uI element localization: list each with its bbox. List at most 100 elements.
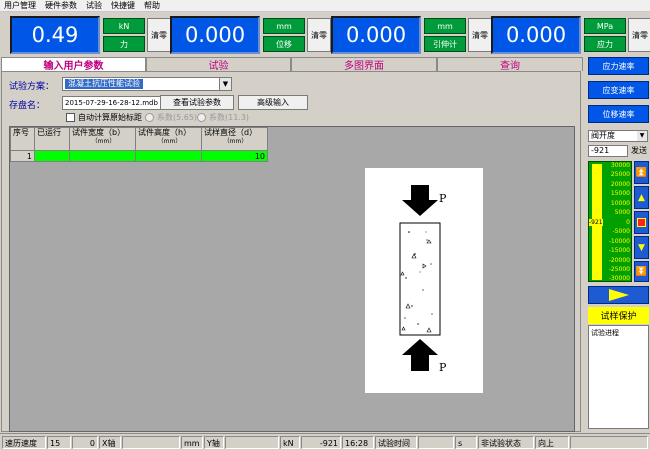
control-mode-select[interactable]: 阀开度 ▼ <box>588 130 648 142</box>
cell-no: 1 <box>10 150 35 162</box>
radio-circle <box>145 113 154 122</box>
fast-down-button[interactable]: ⏬ <box>634 261 649 282</box>
arrow-up-icon: ▲ <box>638 192 645 203</box>
main-tabs: 输入用户参数 试验 多图界面 查询 <box>1 57 583 72</box>
status-x-unit: mm <box>181 436 203 449</box>
tab-query[interactable]: 查询 <box>437 57 583 72</box>
compression-diagram: P P <box>399 185 447 374</box>
status-time-field <box>418 436 454 449</box>
displacement-rate-button[interactable]: 位移速率 <box>588 105 649 123</box>
tab-multi-chart[interactable]: 多图界面 <box>291 57 437 72</box>
scheme-value: 混凝土抗压性能试验 <box>65 79 143 89</box>
col-header-ran[interactable]: 已运行 <box>34 127 70 151</box>
stop-icon <box>637 218 646 227</box>
scheme-select[interactable]: 混凝土抗压性能试验 ▼ <box>62 77 232 91</box>
test-progress-box: 试验进程 <box>588 325 649 429</box>
load-arrow-up-icon <box>402 339 438 371</box>
status-time-label: 试验时间 <box>375 436 417 449</box>
user-params-panel: 试验方案： 混凝土抗压性能试验 ▼ 存盘名： 2015-07-29-16-28-… <box>1 71 581 432</box>
stress-zero-button[interactable]: 清零 <box>628 18 650 52</box>
menu-bar: 用户管理 硬件参数 试验 快捷键 帮助 <box>0 0 650 12</box>
load-arrow-down-icon <box>402 185 438 216</box>
stress-label: 应力 <box>584 36 626 52</box>
status-extra-field <box>570 436 648 449</box>
stop-button[interactable] <box>634 211 649 234</box>
menu-help[interactable]: 帮助 <box>144 0 160 11</box>
file-label: 存盘名： <box>9 101 46 111</box>
checkbox-box <box>66 113 75 122</box>
view-params-button[interactable]: 查看试验参数 <box>160 95 234 110</box>
status-x-field <box>122 436 180 449</box>
coef-565-radio[interactable]: 系数(5.65) <box>145 112 197 123</box>
cell-diameter[interactable]: 10 <box>201 150 268 162</box>
tab-user-params[interactable]: 输入用户参数 <box>1 57 146 72</box>
extensometer-value: 0.000 <box>331 16 421 54</box>
status-speed-value: 15 <box>47 436 71 449</box>
status-time-unit: s <box>455 436 477 449</box>
status-speed-label: 速历速度 <box>2 436 46 449</box>
specimen-body <box>399 222 441 336</box>
gauge-current-value: -921 <box>589 219 603 226</box>
extensometer-zero-button[interactable]: 清零 <box>468 18 492 52</box>
extensometer-label: 引伸计 <box>424 36 466 52</box>
send-button[interactable]: 发送 <box>631 145 647 156</box>
auto-calc-checkbox[interactable]: 自动计算原始标距 <box>66 112 142 123</box>
tab-test[interactable]: 试验 <box>146 57 291 72</box>
col-header-height[interactable]: 试件高度（h） （mm） <box>135 127 202 151</box>
scheme-label: 试验方案： <box>9 82 55 92</box>
specimen-diagram: P P <box>365 168 483 393</box>
force-unit: kN <box>103 18 145 34</box>
load-label-top: P <box>439 192 447 205</box>
cell-height[interactable] <box>135 150 202 162</box>
control-panel: 应力速率 应变速率 位移速率 阀开度 ▼ -921 发送 30000 25000… <box>587 57 650 432</box>
col-header-width[interactable]: 试件宽度（b） （mm） <box>69 127 136 151</box>
status-y-value: -921 <box>301 436 341 449</box>
valve-value-input[interactable]: -921 <box>588 145 628 157</box>
status-x-label: X轴 <box>99 436 121 449</box>
menu-shortcuts[interactable]: 快捷键 <box>111 0 135 11</box>
coef-565-label: 系数(5.65) <box>157 113 198 122</box>
chevron-down-icon: ▼ <box>637 131 647 141</box>
status-x-value: 0 <box>72 436 98 449</box>
stress-value: 0.000 <box>491 16 581 54</box>
displacement-zero-button[interactable]: 清零 <box>307 18 331 52</box>
extensometer-unit: mm <box>424 18 466 34</box>
stress-unit: MPa <box>584 18 626 34</box>
double-arrow-up-icon: ⏫ <box>635 167 648 178</box>
cell-width[interactable] <box>69 150 136 162</box>
force-value: 0.49 <box>10 16 100 54</box>
status-y-field <box>225 436 279 449</box>
displacement-unit: mm <box>263 18 305 34</box>
stress-rate-button[interactable]: 应力速率 <box>588 57 649 75</box>
menu-user-management[interactable]: 用户管理 <box>4 0 36 11</box>
advanced-input-button[interactable]: 高级输入 <box>238 95 308 110</box>
specimen-grid: 序号 已运行 试件宽度（b） （mm） 试件高度（h） （mm） 试样直径（d） （m… <box>9 126 575 432</box>
status-test-state: 非试验状态 <box>478 436 534 449</box>
status-direction: 向上 <box>535 436 569 449</box>
status-y-label: Y轴 <box>204 436 224 449</box>
cell-ran[interactable] <box>34 150 70 162</box>
col-header-no[interactable]: 序号 <box>10 127 35 151</box>
specimen-protect-button[interactable]: 试样保护 <box>588 307 649 324</box>
down-button[interactable]: ▼ <box>634 236 649 259</box>
readout-bar: 0.49 kN 力 清零 0.000 mm 位移 清零 0.000 mm 引伸计… <box>0 13 650 55</box>
play-icon <box>608 289 629 301</box>
status-time: 16:28 <box>342 436 374 449</box>
radio-circle <box>197 113 206 122</box>
coef-113-radio[interactable]: 系数(11.3) <box>197 112 249 123</box>
load-label-bottom: P <box>439 361 447 374</box>
menu-hardware-params[interactable]: 硬件参数 <box>45 0 77 11</box>
start-test-button[interactable] <box>588 286 649 304</box>
force-zero-button[interactable]: 清零 <box>147 18 171 52</box>
status-y-unit: kN <box>280 436 300 449</box>
force-label: 力 <box>103 36 145 52</box>
strain-rate-button[interactable]: 应变速率 <box>588 81 649 99</box>
menu-test[interactable]: 试验 <box>86 0 102 11</box>
table-row[interactable]: 1 10 <box>10 150 268 162</box>
arrow-down-icon: ▼ <box>638 242 645 253</box>
specimen-table: 序号 已运行 试件宽度（b） （mm） 试件高度（h） （mm） 试样直径（d） （m… <box>10 127 268 162</box>
file-name-input[interactable]: 2015-07-29-16-28-12.mdb <box>62 96 162 110</box>
up-button[interactable]: ▲ <box>634 186 649 209</box>
fast-up-button[interactable]: ⏫ <box>634 161 649 184</box>
col-header-diameter[interactable]: 试样直径（d） （mm） <box>201 127 268 151</box>
